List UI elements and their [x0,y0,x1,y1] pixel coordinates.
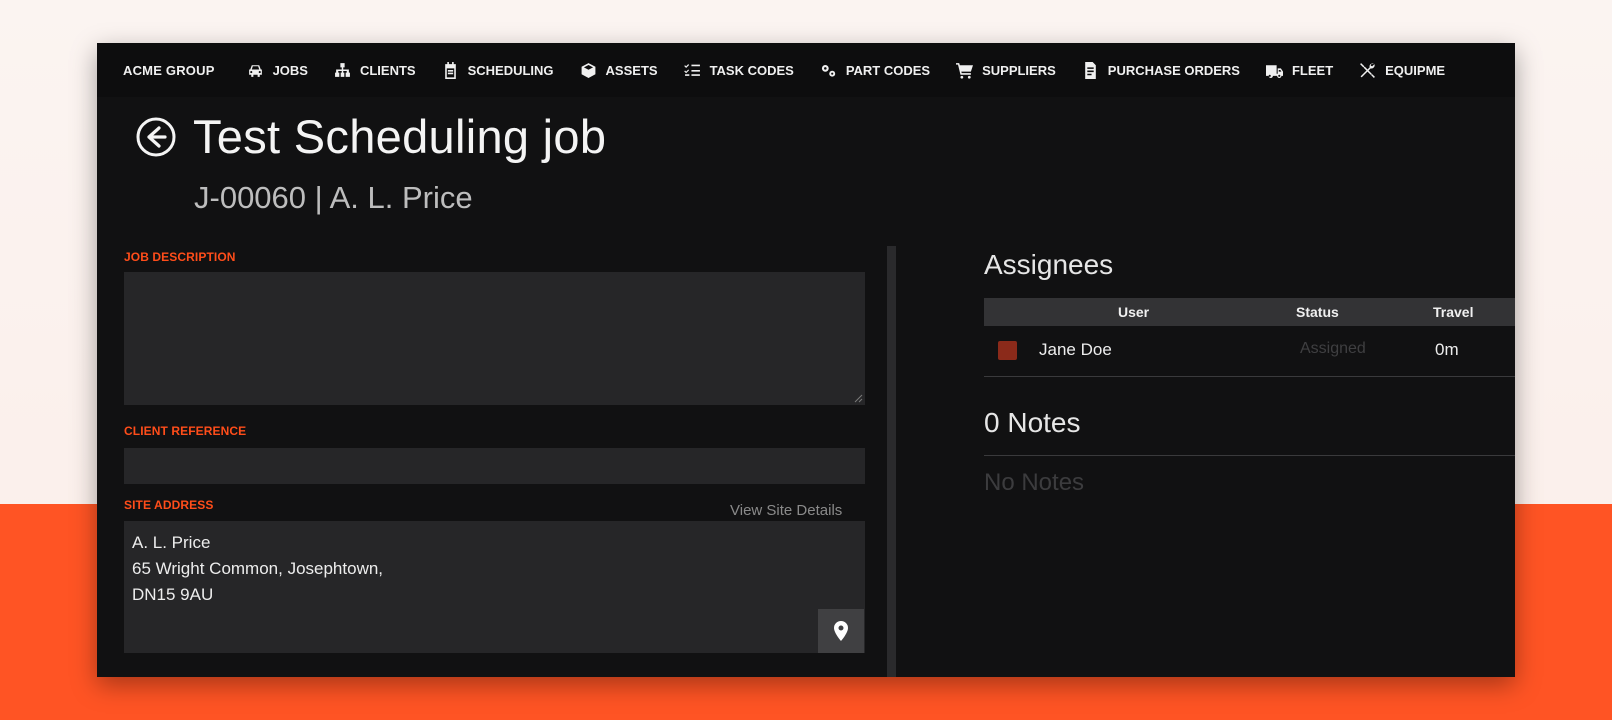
site-address-field[interactable]: A. L. Price 65 Wright Common, Josephtown… [124,521,865,653]
assignee-travel: 0m [1435,340,1459,359]
divider [984,376,1515,377]
column-divider-scrollbar[interactable] [887,246,896,677]
notes-heading: 0 Notes [984,407,1081,438]
job-subtitle: J-00060 | A. L. Price [194,180,473,215]
job-description-label: JOB DESCRIPTION [124,250,236,264]
nav-item-jobs[interactable]: JOBS [247,62,308,79]
table-row[interactable]: Jane Doe Assigned 0m [984,333,1515,375]
calendar-icon [444,61,456,79]
assignees-table-header: User Status Travel [984,298,1515,326]
no-notes-text: No Notes [984,469,1085,496]
column-header-status[interactable]: Status [1296,304,1339,320]
column-header-user[interactable]: User [1118,304,1149,320]
client-reference-label: CLIENT REFERENCE [124,424,247,438]
car-icon [248,64,262,77]
checklist-icon [683,63,700,76]
client-reference-input[interactable] [124,448,865,484]
address-line: 65 Wright Common, Josephtown, [132,559,384,578]
nav-label: EQUIPME [1385,62,1446,78]
resize-grip-icon[interactable] [854,394,863,403]
nav-label: TASK CODES [709,62,794,78]
address-line: DN15 9AU [132,585,214,604]
nav-item-scheduling[interactable]: SCHEDULING [442,61,554,79]
back-arrow-icon[interactable] [135,116,177,158]
tools-icon [1360,62,1376,78]
job-description-textarea[interactable] [124,272,865,405]
page-title: Test Scheduling job [193,110,607,163]
gears-icon [821,64,836,77]
nav-label: CLIENTS [359,62,416,78]
nav-label: SCHEDULING [467,62,554,78]
view-site-details-link[interactable]: View Site Details [730,502,842,519]
nav-item-suppliers[interactable]: SUPPLIERS [956,62,1056,79]
document-icon [1084,61,1096,79]
nav-label: FLEET [1291,62,1334,78]
divider [984,455,1515,456]
nav-label: ASSETS [605,62,658,78]
nav-item-task-codes[interactable]: TASK CODES [683,62,794,79]
nav-label: SUPPLIERS [982,62,1056,78]
truck-icon [1265,64,1283,78]
site-address-label: SITE ADDRESS [124,498,214,512]
brand-name[interactable]: ACME GROUP [123,63,215,78]
column-header-travel[interactable]: Travel [1433,304,1473,320]
nav-item-part-codes[interactable]: PART CODES [820,62,930,79]
nav-item-assets[interactable]: ASSETS [580,62,658,79]
nav-item-clients[interactable]: CLIENTS [334,62,416,79]
nav-label: PURCHASE ORDERS [1107,62,1240,78]
nav-label: JOBS [272,62,308,78]
map-pin-icon [834,621,848,641]
sitemap-icon [335,62,350,77]
nav-label: PART CODES [845,62,931,78]
cart-icon [956,62,974,79]
nav-item-purchase-orders[interactable]: PURCHASE ORDERS [1082,61,1240,79]
nav-item-fleet[interactable]: FLEET [1265,62,1334,79]
nav-item-equipment[interactable]: EQUIPME [1359,62,1445,79]
cube-icon [581,62,595,78]
assignee-name: Jane Doe [1039,340,1112,359]
map-location-button[interactable] [818,609,864,653]
assignee-status: Assigned [1300,340,1366,357]
user-color-swatch [998,341,1017,360]
top-nav: ACME GROUP JOBS CLIENTS SCHEDULING ASSET… [97,43,1515,97]
address-line: A. L. Price [132,533,211,552]
assignees-heading: Assignees [984,249,1114,280]
page-header: Test Scheduling job [135,109,606,164]
app-window: ACME GROUP JOBS CLIENTS SCHEDULING ASSET… [97,43,1515,677]
